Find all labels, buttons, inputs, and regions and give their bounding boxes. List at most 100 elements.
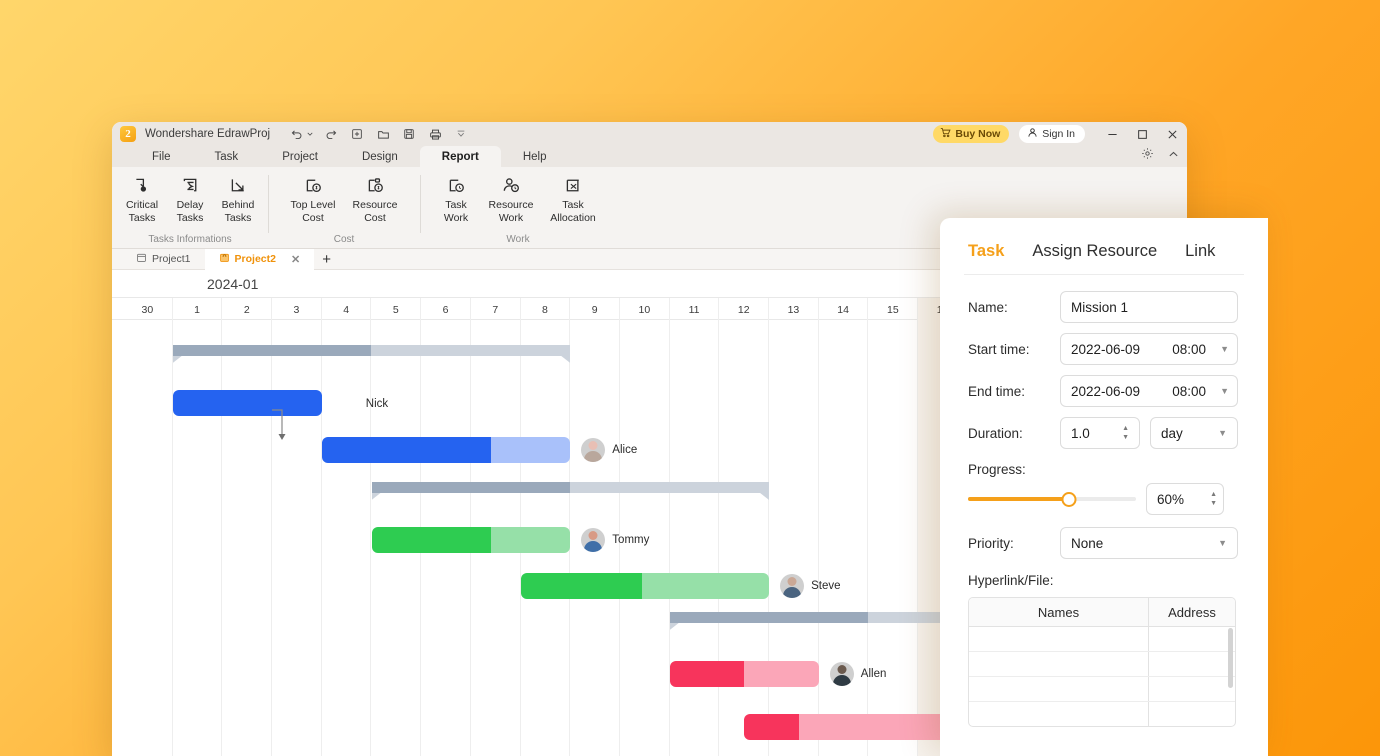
duration-unit-select[interactable]: day ▼ <box>1150 417 1238 449</box>
chevron-up-icon[interactable] <box>1168 147 1179 165</box>
priority-select[interactable]: None ▼ <box>1060 527 1238 559</box>
ribbon-button-behind-tasks[interactable]: Behind Tasks <box>214 174 262 224</box>
stepper-up-icon[interactable]: ▲ <box>1122 426 1129 432</box>
priority-value: None <box>1071 536 1103 551</box>
cell-names[interactable] <box>969 627 1149 651</box>
undo-dropdown-icon[interactable] <box>307 126 313 142</box>
slider-thumb[interactable] <box>1061 492 1076 507</box>
chevron-down-icon[interactable]: ▼ <box>1220 345 1229 354</box>
ribbon-button-resource-work[interactable]: Resource Work <box>480 174 542 224</box>
tab-file[interactable]: File <box>130 146 193 167</box>
assignee-alice[interactable]: Alice <box>581 438 637 462</box>
tab-design[interactable]: Design <box>340 146 420 167</box>
form-row-start-time: Start time: 2022-06-09 08:00 ▼ <box>968 333 1240 365</box>
ribbon-button-resource-cost[interactable]: Resource Cost <box>344 174 406 224</box>
save-icon[interactable] <box>401 126 417 142</box>
panel-tab-task[interactable]: Task <box>968 242 1004 261</box>
priority-label: Priority: <box>968 536 1060 551</box>
assignee-tommy[interactable]: Tommy <box>581 528 649 552</box>
chevron-down-icon[interactable]: ▼ <box>1220 387 1229 396</box>
project-tab-project2[interactable]: Project2 ✕ <box>205 249 315 270</box>
tab-task[interactable]: Task <box>193 146 261 167</box>
task-bar-steve[interactable] <box>521 573 770 599</box>
panel-tab-assign-resource[interactable]: Assign Resource <box>1032 242 1157 261</box>
redo-icon[interactable] <box>323 126 339 142</box>
hyperlink-table-scrollbar[interactable] <box>1228 628 1233 688</box>
summary-bar-2[interactable] <box>372 482 770 493</box>
start-time-input[interactable]: 2022-06-09 08:00 ▼ <box>1060 333 1238 365</box>
name-label: Name: <box>968 300 1060 315</box>
buy-now-label: Buy Now <box>955 128 1000 140</box>
ribbon-button-critical-tasks[interactable]: Critical Tasks <box>118 174 166 224</box>
task-bar-alice[interactable] <box>322 437 571 463</box>
ribbon-button-task-work[interactable]: Task Work <box>432 174 480 224</box>
more-icon[interactable] <box>453 126 469 142</box>
column-header-address: Address <box>1149 598 1235 626</box>
duration-stepper[interactable]: ▲ ▼ <box>1122 426 1129 441</box>
new-icon[interactable] <box>349 126 365 142</box>
chevron-down-icon[interactable]: ▼ <box>1218 539 1227 548</box>
progress-slider[interactable] <box>968 488 1136 510</box>
cell-address[interactable] <box>1149 702 1235 726</box>
ribbon-group-label: Tasks Informations <box>118 234 262 249</box>
end-time-input[interactable]: 2022-06-09 08:00 ▼ <box>1060 375 1238 407</box>
cell-address[interactable] <box>1149 627 1235 651</box>
stepper-down-icon[interactable]: ▼ <box>1122 435 1129 441</box>
table-row[interactable] <box>969 652 1235 677</box>
cell-address[interactable] <box>1149 652 1235 676</box>
summary-bar-progress <box>372 482 571 493</box>
buy-now-button[interactable]: Buy Now <box>933 125 1009 143</box>
maximize-button[interactable] <box>1127 122 1157 146</box>
stepper-up-icon[interactable]: ▲ <box>1210 492 1217 498</box>
cell-names[interactable] <box>969 677 1149 701</box>
day-header-7: 7 <box>471 298 521 321</box>
stepper-down-icon[interactable]: ▼ <box>1210 501 1217 507</box>
tab-project[interactable]: Project <box>260 146 340 167</box>
form-row-duration: Duration: 1.0 ▲ ▼ day ▼ <box>968 417 1240 449</box>
chevron-down-icon[interactable]: ▼ <box>1218 429 1227 438</box>
form-row-priority: Priority: None ▼ <box>968 527 1240 559</box>
grid-column-30 <box>123 320 173 756</box>
progress-stepper[interactable]: ▲ ▼ <box>1210 492 1217 507</box>
project-tab-project1[interactable]: Project1 <box>122 249 205 270</box>
progress-input[interactable]: 60% ▲ ▼ <box>1146 483 1224 515</box>
cell-names[interactable] <box>969 652 1149 676</box>
table-row[interactable] <box>969 702 1235 727</box>
sign-in-button[interactable]: Sign In <box>1019 125 1085 143</box>
duration-label: Duration: <box>968 426 1060 441</box>
close-button[interactable] <box>1157 122 1187 146</box>
panel-tab-link[interactable]: Link <box>1185 242 1215 261</box>
table-row[interactable] <box>969 627 1235 652</box>
ribbon-button-task-allocation[interactable]: Task Allocation <box>542 174 604 224</box>
project-tab-close-icon[interactable]: ✕ <box>291 253 300 266</box>
task-bar-allen[interactable] <box>670 661 819 687</box>
form-row-progress: 60% ▲ ▼ <box>968 483 1240 515</box>
task-bar-remaining <box>491 437 571 463</box>
avatar <box>581 528 605 552</box>
day-header-4: 4 <box>322 298 372 321</box>
gear-icon[interactable] <box>1141 147 1154 165</box>
assignee-steve[interactable]: Steve <box>780 574 840 598</box>
ribbon-button-label: Delay Tasks <box>177 199 204 224</box>
print-icon[interactable] <box>427 126 443 142</box>
day-header-1: 1 <box>173 298 223 321</box>
table-row[interactable] <box>969 677 1235 702</box>
undo-icon[interactable] <box>288 126 304 142</box>
day-header-3: 3 <box>272 298 322 321</box>
add-project-button[interactable]: + <box>314 252 339 267</box>
cell-names[interactable] <box>969 702 1149 726</box>
minimize-button[interactable] <box>1097 122 1127 146</box>
ribbon-button-label: Resource Cost <box>353 199 398 224</box>
open-icon[interactable] <box>375 126 391 142</box>
task-bar-tommy[interactable] <box>372 527 571 553</box>
ribbon-button-top-level-cost[interactable]: Top Level Cost <box>282 174 344 224</box>
name-input[interactable]: Mission 1 <box>1060 291 1238 323</box>
tab-help[interactable]: Help <box>501 146 569 167</box>
summary-bar-1[interactable] <box>173 345 571 356</box>
ribbon-button-delay-tasks[interactable]: Delay Tasks <box>166 174 214 224</box>
assignee-allen[interactable]: Allen <box>830 662 887 686</box>
cell-address[interactable] <box>1149 677 1235 701</box>
tab-report[interactable]: Report <box>420 146 501 167</box>
duration-input[interactable]: 1.0 ▲ ▼ <box>1060 417 1140 449</box>
grid-column-3 <box>272 320 322 756</box>
